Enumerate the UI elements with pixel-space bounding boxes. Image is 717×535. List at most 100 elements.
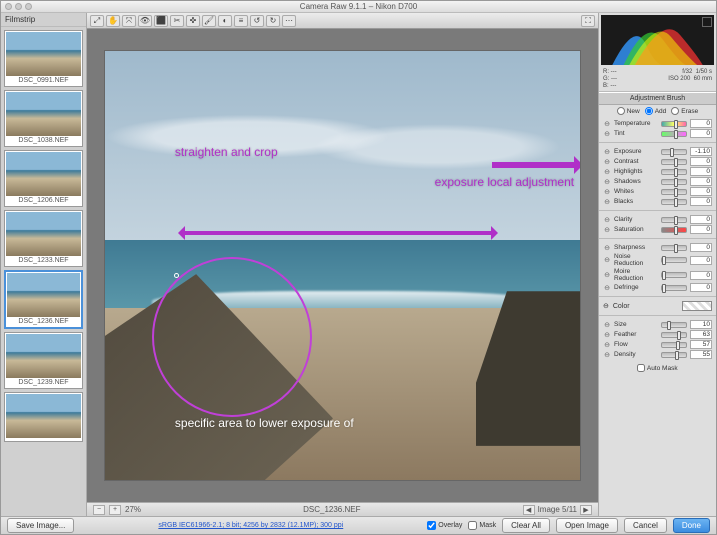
histogram[interactable]: [601, 15, 714, 65]
tool-button[interactable]: ✋: [106, 15, 120, 27]
next-image-button[interactable]: ▶: [580, 505, 592, 515]
thumb-item[interactable]: DSC_1239.NEF: [4, 332, 83, 389]
tool-button[interactable]: ↻: [266, 15, 280, 27]
slider-value[interactable]: 0: [690, 157, 712, 166]
automask-checkbox[interactable]: Auto Mask: [637, 365, 677, 372]
zoom-out-button[interactable]: −: [93, 505, 105, 515]
slider-density[interactable]: ⊖Density55: [603, 350, 712, 359]
slider-value[interactable]: 0: [690, 167, 712, 176]
mask-checkbox[interactable]: Mask: [468, 521, 496, 530]
toggle-icon[interactable]: ⊖: [603, 188, 611, 196]
slider-value[interactable]: 0: [690, 187, 712, 196]
slider-track[interactable]: [661, 245, 687, 251]
mode-erase[interactable]: Erase: [671, 107, 698, 115]
mode-add[interactable]: Add: [645, 107, 667, 115]
thumb-item[interactable]: DSC_1038.NEF: [4, 90, 83, 147]
slider-value[interactable]: 55: [690, 350, 712, 359]
clear-all-button[interactable]: Clear All: [502, 518, 550, 533]
prev-image-button[interactable]: ◀: [523, 505, 535, 515]
canvas-area[interactable]: straighten and crop exposure local adjus…: [87, 29, 598, 502]
slider-value[interactable]: 10: [690, 320, 712, 329]
toggle-icon[interactable]: ⊖: [603, 198, 611, 206]
window-controls[interactable]: [5, 3, 32, 10]
tool-button[interactable]: ≡: [234, 15, 248, 27]
toggle-icon[interactable]: ⊖: [603, 341, 611, 349]
slider-value[interactable]: 0: [690, 225, 712, 234]
toggle-icon[interactable]: ⊖: [603, 226, 611, 234]
slider-track[interactable]: [661, 179, 687, 185]
slider-value[interactable]: 0: [690, 243, 712, 252]
fullscreen-button[interactable]: ⛶: [581, 15, 595, 27]
mode-new[interactable]: New: [617, 107, 640, 115]
workflow-link[interactable]: sRGB IEC61966-2.1; 8 bit; 4256 by 2832 (…: [80, 522, 421, 529]
toggle-icon[interactable]: ⊖: [603, 130, 611, 138]
thumb-list[interactable]: DSC_0991.NEFDSC_1038.NEFDSC_1206.NEFDSC_…: [1, 27, 86, 516]
tool-button[interactable]: ✂: [170, 15, 184, 27]
slider-track[interactable]: [661, 285, 687, 291]
slider-value[interactable]: 57: [690, 340, 712, 349]
toggle-icon[interactable]: ⊖: [603, 331, 611, 339]
slider-sharpness[interactable]: ⊖Sharpness0: [603, 243, 712, 252]
slider-track[interactable]: [661, 131, 687, 137]
slider-track[interactable]: [661, 352, 687, 358]
done-button[interactable]: Done: [673, 518, 710, 533]
slider-track[interactable]: [661, 121, 687, 127]
slider-value[interactable]: 0: [690, 197, 712, 206]
tool-button[interactable]: ⤢: [90, 15, 104, 27]
slider-track[interactable]: [661, 332, 687, 338]
slider-temperature[interactable]: ⊖Temperature0: [603, 119, 712, 128]
slider-value[interactable]: 63: [690, 330, 712, 339]
toggle-icon[interactable]: ⊖: [603, 284, 611, 292]
toggle-icon[interactable]: ⊖: [603, 158, 611, 166]
tool-button[interactable]: ↺: [250, 15, 264, 27]
image-canvas[interactable]: straighten and crop exposure local adjus…: [105, 51, 580, 481]
tool-button[interactable]: ◐: [218, 15, 232, 27]
toggle-icon[interactable]: ⊖: [603, 148, 611, 156]
toggle-icon[interactable]: ⊖: [603, 216, 611, 224]
slider-track[interactable]: [661, 169, 687, 175]
slider-saturation[interactable]: ⊖Saturation0: [603, 225, 712, 234]
slider-track[interactable]: [661, 272, 687, 278]
slider-flow[interactable]: ⊖Flow57: [603, 340, 712, 349]
slider-track[interactable]: [661, 199, 687, 205]
toggle-icon[interactable]: ⊖: [603, 302, 609, 310]
slider-value[interactable]: 0: [690, 271, 712, 280]
slider-track[interactable]: [661, 149, 687, 155]
tool-button[interactable]: 🖌: [202, 15, 216, 27]
slider-track[interactable]: [661, 342, 687, 348]
tool-button[interactable]: ⋯: [282, 15, 296, 27]
toggle-icon[interactable]: ⊖: [603, 271, 611, 279]
slider-tint[interactable]: ⊖Tint0: [603, 129, 712, 138]
toggle-icon[interactable]: ⊖: [603, 120, 611, 128]
thumb-item[interactable]: [4, 392, 83, 442]
tool-button[interactable]: 👁: [138, 15, 152, 27]
slider-noise-reduction[interactable]: ⊖Noise Reduction0: [603, 253, 712, 267]
slider-track[interactable]: [661, 159, 687, 165]
zoom-in-button[interactable]: +: [109, 505, 121, 515]
slider-moire-reduction[interactable]: ⊖Moire Reduction0: [603, 268, 712, 282]
thumb-item[interactable]: DSC_1236.NEF: [4, 270, 83, 329]
tool-button[interactable]: ⬛: [154, 15, 168, 27]
color-swatch[interactable]: [682, 301, 712, 311]
slider-value[interactable]: 0: [690, 256, 712, 265]
overlay-checkbox[interactable]: Overlay: [427, 521, 462, 530]
slider-contrast[interactable]: ⊖Contrast0: [603, 157, 712, 166]
slider-track[interactable]: [661, 189, 687, 195]
slider-exposure[interactable]: ⊖Exposure-1.10: [603, 147, 712, 156]
save-image-button[interactable]: Save Image...: [7, 518, 74, 533]
toggle-icon[interactable]: ⊖: [603, 178, 611, 186]
slider-blacks[interactable]: ⊖Blacks0: [603, 197, 712, 206]
thumb-item[interactable]: DSC_1233.NEF: [4, 210, 83, 267]
slider-track[interactable]: [661, 217, 687, 223]
cancel-button[interactable]: Cancel: [624, 518, 667, 533]
tool-button[interactable]: ✜: [186, 15, 200, 27]
toggle-icon[interactable]: ⊖: [603, 256, 611, 264]
slider-value[interactable]: 0: [690, 283, 712, 292]
slider-value[interactable]: 0: [690, 119, 712, 128]
slider-track[interactable]: [661, 227, 687, 233]
slider-track[interactable]: [661, 257, 687, 263]
slider-whites[interactable]: ⊖Whites0: [603, 187, 712, 196]
open-image-button[interactable]: Open Image: [556, 518, 618, 533]
slider-value[interactable]: 0: [690, 215, 712, 224]
thumb-item[interactable]: DSC_0991.NEF: [4, 30, 83, 87]
